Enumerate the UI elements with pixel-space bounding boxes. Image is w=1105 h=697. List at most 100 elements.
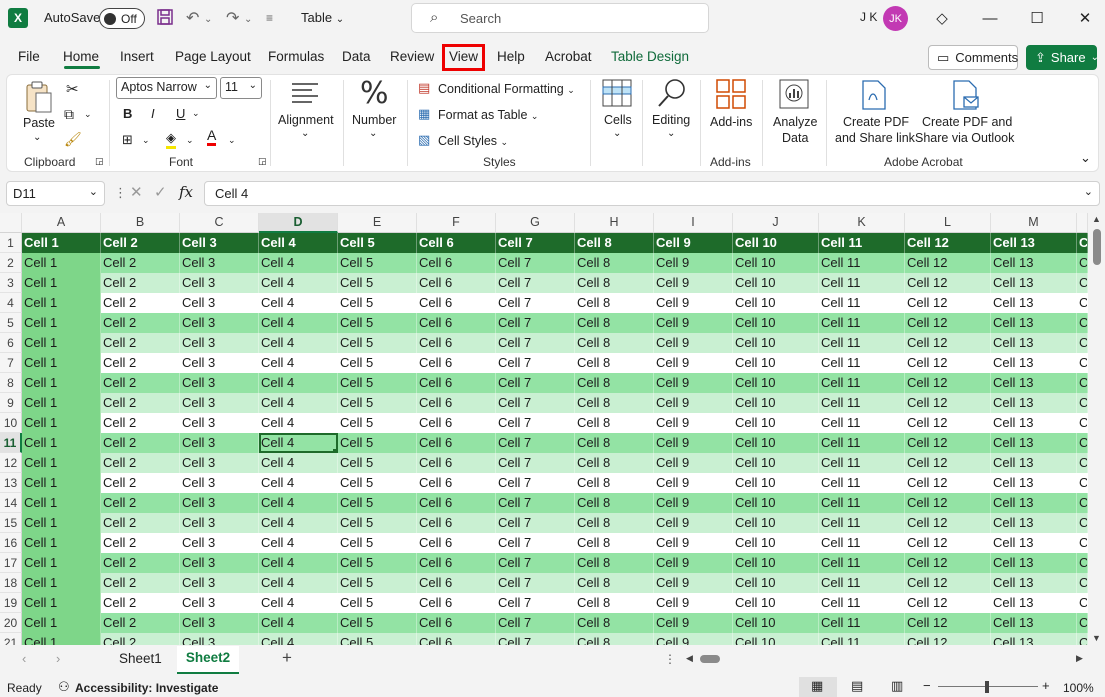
formula-input[interactable]: Cell 4 ⌄: [204, 181, 1100, 206]
table-cell[interactable]: Cell 10: [733, 593, 819, 613]
table-header-cell[interactable]: Cell 8: [575, 233, 654, 253]
table-cell[interactable]: Cell 11: [819, 313, 905, 333]
table-cell[interactable]: Cell 7: [496, 593, 575, 613]
table-cell[interactable]: Cell 10: [733, 273, 819, 293]
alignment-icon[interactable]: [290, 80, 320, 109]
row-header-6[interactable]: 6: [0, 333, 22, 353]
table-cell[interactable]: Cell 4: [259, 513, 338, 533]
table-cell[interactable]: Cell 8: [575, 313, 654, 333]
table-cell[interactable]: Cell 11: [819, 593, 905, 613]
scroll-up-icon[interactable]: ▲: [1092, 214, 1101, 224]
row-header-18[interactable]: 18: [0, 573, 22, 593]
table-cell[interactable]: Cell 2: [101, 433, 180, 453]
table-cell[interactable]: Cell 11: [819, 433, 905, 453]
table-header-cell[interactable]: Cell 12: [905, 233, 991, 253]
table-cell[interactable]: Cell 6: [417, 493, 496, 513]
table-cell[interactable]: Cell 3: [180, 553, 259, 573]
column-header-l[interactable]: L: [905, 213, 991, 233]
table-cell[interactable]: Cell 12: [905, 353, 991, 373]
table-cell[interactable]: Cell 8: [575, 473, 654, 493]
column-header-f[interactable]: F: [417, 213, 496, 233]
table-cell[interactable]: Cell 13: [991, 473, 1077, 493]
table-cell[interactable]: Cell 3: [180, 353, 259, 373]
avatar[interactable]: JK: [883, 6, 908, 31]
close-icon[interactable]: ✕: [1073, 6, 1097, 30]
table-cell[interactable]: Cell 7: [496, 453, 575, 473]
table-cell[interactable]: Cell 10: [733, 373, 819, 393]
table-cell[interactable]: C: [1077, 533, 1088, 553]
bold-button[interactable]: B: [123, 106, 132, 121]
table-cell[interactable]: Cell 2: [101, 533, 180, 553]
table-cell[interactable]: Cell 10: [733, 493, 819, 513]
table-cell[interactable]: Cell 7: [496, 613, 575, 633]
table-cell[interactable]: Cell 1: [22, 573, 101, 593]
table-header-cell[interactable]: Cell 13: [991, 233, 1077, 253]
table-cell[interactable]: Cell 11: [819, 253, 905, 273]
table-cell[interactable]: Cell 5: [338, 473, 417, 493]
table-cell[interactable]: Cell 3: [180, 613, 259, 633]
table-cell[interactable]: Cell 13: [991, 593, 1077, 613]
table-cell[interactable]: Cell 4: [259, 453, 338, 473]
table-cell[interactable]: Cell 11: [819, 633, 905, 645]
table-cell[interactable]: C: [1077, 553, 1088, 573]
table-cell[interactable]: Cell 2: [101, 513, 180, 533]
table-cell[interactable]: Cell 3: [180, 393, 259, 413]
fill-color-dropdown-icon[interactable]: ⌄: [186, 135, 194, 146]
document-title[interactable]: Table ⌄: [301, 10, 344, 25]
table-cell[interactable]: Cell 2: [101, 613, 180, 633]
table-cell[interactable]: Cell 10: [733, 513, 819, 533]
table-cell[interactable]: Cell 8: [575, 393, 654, 413]
tab-file[interactable]: File: [18, 49, 40, 64]
cells-dropdown-icon[interactable]: ⌄: [613, 128, 621, 139]
table-cell[interactable]: Cell 12: [905, 313, 991, 333]
table-cell[interactable]: Cell 4: [259, 353, 338, 373]
table-cell[interactable]: Cell 4: [259, 273, 338, 293]
borders-dropdown-icon[interactable]: ⌄: [142, 135, 150, 146]
table-cell[interactable]: Cell 7: [496, 353, 575, 373]
table-cell[interactable]: Cell 12: [905, 453, 991, 473]
table-cell[interactable]: C: [1077, 293, 1088, 313]
table-cell[interactable]: C: [1077, 353, 1088, 373]
table-cell[interactable]: Cell 10: [733, 253, 819, 273]
table-cell[interactable]: Cell 6: [417, 353, 496, 373]
table-cell[interactable]: Cell 4: [259, 413, 338, 433]
table-cell[interactable]: Cell 11: [819, 273, 905, 293]
table-cell[interactable]: Cell 7: [496, 333, 575, 353]
table-cell[interactable]: Cell 11: [819, 473, 905, 493]
table-cell[interactable]: Cell 2: [101, 593, 180, 613]
column-header-i[interactable]: I: [654, 213, 733, 233]
table-cell[interactable]: Cell 13: [991, 373, 1077, 393]
sheet-tab-sheet2[interactable]: Sheet2: [177, 646, 239, 674]
ribbon-collapse-icon[interactable]: ⌄: [1080, 150, 1091, 166]
add-sheet-icon[interactable]: +: [282, 648, 292, 668]
table-cell[interactable]: Cell 10: [733, 313, 819, 333]
table-cell[interactable]: Cell 1: [22, 433, 101, 453]
font-name-select[interactable]: Aptos Narrow ⌄: [116, 77, 217, 99]
table-header-cell[interactable]: Cell 10: [733, 233, 819, 253]
table-cell[interactable]: Cell 2: [101, 573, 180, 593]
table-cell[interactable]: Cell 9: [654, 433, 733, 453]
next-sheet-icon[interactable]: ›: [56, 651, 60, 666]
table-cell[interactable]: Cell 7: [496, 413, 575, 433]
table-header-cell[interactable]: Cell 11: [819, 233, 905, 253]
page-layout-view-icon[interactable]: ▤: [851, 678, 863, 694]
table-cell[interactable]: Cell 9: [654, 633, 733, 645]
undo-icon[interactable]: ↶: [186, 8, 199, 28]
editing-dropdown-icon[interactable]: ⌄: [667, 128, 675, 139]
table-cell[interactable]: Cell 5: [338, 453, 417, 473]
column-header-e[interactable]: E: [338, 213, 417, 233]
tab-page-layout[interactable]: Page Layout: [175, 49, 251, 64]
table-cell[interactable]: Cell 5: [338, 593, 417, 613]
copy-dropdown-icon[interactable]: ⌄: [84, 109, 92, 120]
table-cell[interactable]: Cell 8: [575, 613, 654, 633]
font-color-dropdown-icon[interactable]: ⌄: [228, 135, 236, 146]
table-cell[interactable]: Cell 8: [575, 433, 654, 453]
table-cell[interactable]: Cell 7: [496, 253, 575, 273]
table-cell[interactable]: Cell 12: [905, 433, 991, 453]
tab-review[interactable]: Review: [390, 49, 434, 64]
editing-search-icon[interactable]: [656, 78, 688, 111]
table-cell[interactable]: Cell 13: [991, 393, 1077, 413]
create-pdf-link-line2[interactable]: and Share link: [835, 131, 915, 145]
row-header-11[interactable]: 11: [0, 433, 22, 453]
table-cell[interactable]: Cell 1: [22, 473, 101, 493]
